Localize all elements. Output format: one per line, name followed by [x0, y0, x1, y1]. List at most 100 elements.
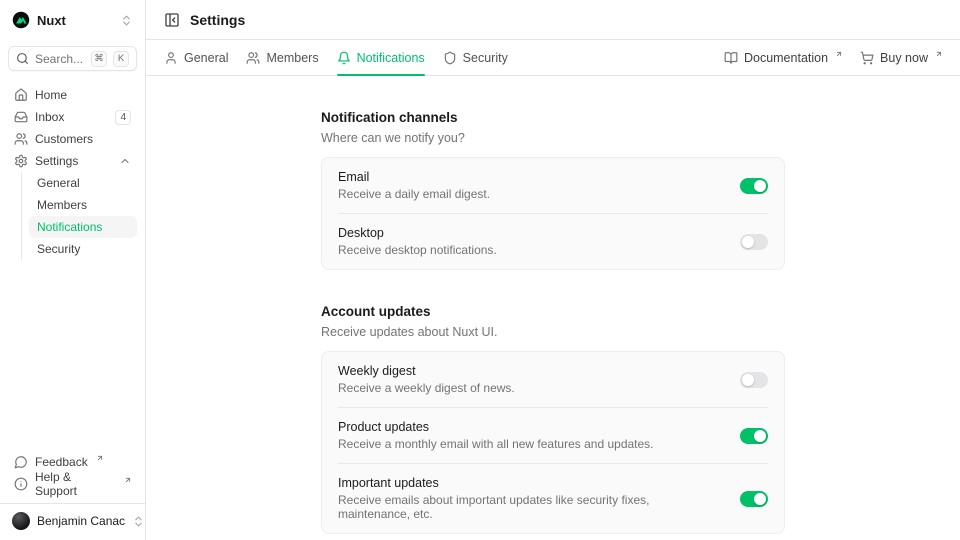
- toggle-knob: [754, 430, 766, 442]
- section-account-updates: Account updates Receive updates about Nu…: [321, 304, 785, 534]
- kbd-cmd: ⌘: [91, 51, 107, 67]
- section-title: Account updates: [321, 304, 785, 319]
- org-name: Nuxt: [37, 13, 113, 28]
- collapse-sidebar-icon[interactable]: [164, 12, 180, 28]
- tab-notifications[interactable]: Notifications: [337, 40, 425, 75]
- search-input[interactable]: Search... ⌘ K: [8, 46, 137, 71]
- setting-row-email: Email Receive a daily email digest.: [338, 158, 768, 213]
- product-updates-toggle[interactable]: [740, 428, 768, 444]
- setting-label: Product updates: [338, 420, 654, 434]
- message-circle-icon: [14, 455, 28, 469]
- search-placeholder: Search...: [35, 52, 85, 66]
- tab-label: General: [184, 51, 228, 65]
- tab-label: Members: [266, 51, 318, 65]
- info-circle-icon: [14, 477, 28, 491]
- users-icon: [14, 132, 28, 146]
- page-title: Settings: [190, 12, 245, 28]
- setting-description: Receive desktop notifications.: [338, 243, 497, 257]
- sidebar-item-label: Feedback: [35, 455, 88, 469]
- setting-row-weekly-digest: Weekly digest Receive a weekly digest of…: [338, 352, 768, 407]
- setting-row-important-updates: Important updates Receive emails about i…: [338, 463, 768, 533]
- sidebar-item-inbox[interactable]: Inbox 4: [8, 106, 137, 128]
- desktop-toggle[interactable]: [740, 234, 768, 250]
- section-title: Notification channels: [321, 110, 785, 125]
- gear-icon: [14, 154, 28, 168]
- sidebar-item-general[interactable]: General: [29, 172, 137, 194]
- tab-label: Security: [463, 51, 508, 65]
- kbd-k: K: [113, 51, 129, 67]
- external-link-icon: [835, 50, 843, 58]
- users-icon: [246, 51, 260, 65]
- sidebar-item-members[interactable]: Members: [29, 194, 137, 216]
- settings-card: Email Receive a daily email digest. Desk…: [321, 157, 785, 270]
- sidebar-item-label: Inbox: [35, 110, 108, 124]
- tab-members[interactable]: Members: [246, 40, 318, 75]
- sidebar: Nuxt Search... ⌘ K Home Inbox 4: [0, 0, 146, 540]
- sidebar-item-notifications[interactable]: Notifications: [29, 216, 137, 238]
- user-name: Benjamin Canac: [37, 514, 125, 528]
- avatar: [12, 512, 30, 530]
- tab-security[interactable]: Security: [443, 40, 508, 75]
- setting-label: Important updates: [338, 476, 724, 490]
- org-switcher[interactable]: Nuxt: [8, 8, 137, 32]
- settings-submenu: General Members Notifications Security: [21, 172, 137, 260]
- main-panel: Settings General Members Notifications S…: [146, 0, 960, 540]
- search-icon: [16, 52, 29, 65]
- user-menu[interactable]: Benjamin Canac: [8, 504, 137, 532]
- tab-general[interactable]: General: [164, 40, 228, 75]
- toggle-knob: [742, 374, 754, 386]
- sidebar-item-help-support[interactable]: Help & Support: [8, 473, 137, 495]
- inbox-icon: [14, 110, 28, 124]
- page-header: Settings: [146, 0, 960, 40]
- settings-card: Weekly digest Receive a weekly digest of…: [321, 351, 785, 534]
- buy-now-link[interactable]: Buy now: [860, 51, 942, 65]
- setting-description: Receive emails about important updates l…: [338, 493, 724, 521]
- sidebar-item-label: Members: [37, 198, 87, 212]
- weekly-digest-toggle[interactable]: [740, 372, 768, 388]
- chevrons-up-down-icon: [120, 14, 133, 27]
- section-description: Receive updates about Nuxt UI.: [321, 325, 785, 339]
- bell-icon: [337, 51, 351, 65]
- header-links: Documentation Buy now: [724, 40, 942, 75]
- sidebar-item-label: General: [37, 176, 80, 190]
- sidebar-nav: Home Inbox 4 Customers Settings General: [8, 84, 137, 260]
- app-window: Nuxt Search... ⌘ K Home Inbox 4: [0, 0, 960, 540]
- setting-label: Email: [338, 170, 490, 184]
- setting-label: Desktop: [338, 226, 497, 240]
- external-link-icon: [96, 454, 104, 462]
- section-description: Where can we notify you?: [321, 131, 785, 145]
- sidebar-footer-nav: Feedback Help & Support: [8, 451, 137, 495]
- sidebar-item-label: Notifications: [37, 220, 102, 234]
- sidebar-item-label: Customers: [35, 132, 131, 146]
- documentation-link[interactable]: Documentation: [724, 51, 842, 65]
- important-updates-toggle[interactable]: [740, 491, 768, 507]
- setting-label: Weekly digest: [338, 364, 515, 378]
- sidebar-item-label: Help & Support: [35, 470, 116, 498]
- setting-description: Receive a weekly digest of news.: [338, 381, 515, 395]
- nuxt-logo-icon: [12, 11, 30, 29]
- toggle-knob: [742, 236, 754, 248]
- section-notification-channels: Notification channels Where can we notif…: [321, 110, 785, 270]
- sidebar-item-label: Security: [37, 242, 80, 256]
- setting-description: Receive a daily email digest.: [338, 187, 490, 201]
- sidebar-item-customers[interactable]: Customers: [8, 128, 137, 150]
- settings-content: Notification channels Where can we notif…: [146, 76, 960, 540]
- setting-description: Receive a monthly email with all new fea…: [338, 437, 654, 451]
- external-link-icon: [935, 50, 943, 58]
- sidebar-item-home[interactable]: Home: [8, 84, 137, 106]
- sidebar-item-security[interactable]: Security: [29, 238, 137, 260]
- sidebar-spacer: [8, 260, 137, 438]
- sidebar-item-settings[interactable]: Settings: [8, 150, 137, 172]
- user-icon: [164, 51, 178, 65]
- inbox-count-badge: 4: [115, 110, 131, 125]
- external-link-icon: [124, 476, 132, 484]
- home-icon: [14, 88, 28, 102]
- setting-row-product-updates: Product updates Receive a monthly email …: [338, 407, 768, 463]
- chevron-up-icon: [119, 155, 131, 167]
- toggle-knob: [754, 180, 766, 192]
- toggle-knob: [754, 493, 766, 505]
- sidebar-item-label: Home: [35, 88, 131, 102]
- email-toggle[interactable]: [740, 178, 768, 194]
- setting-row-desktop: Desktop Receive desktop notifications.: [338, 213, 768, 269]
- tabbar: General Members Notifications Security D…: [146, 40, 960, 76]
